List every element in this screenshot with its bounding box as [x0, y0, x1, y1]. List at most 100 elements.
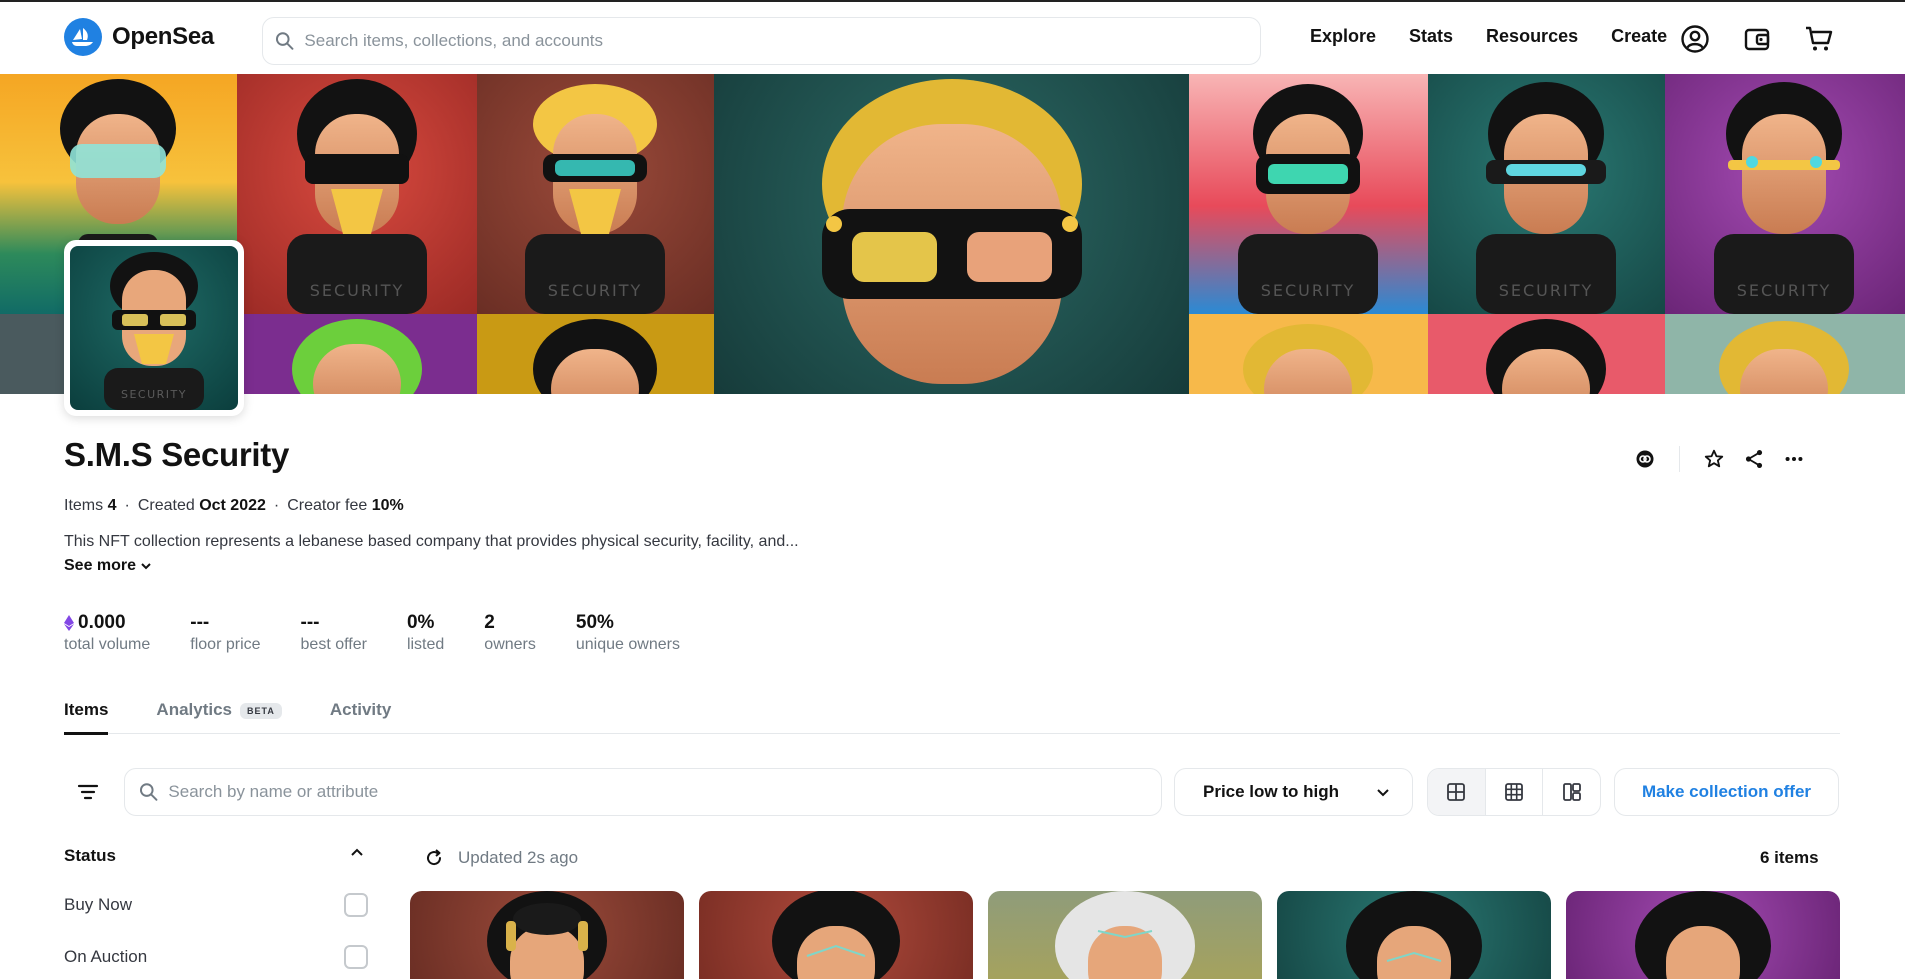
top-navigation-bar: OpenSea Explore Stats Resources Create: [0, 0, 1905, 74]
item-card[interactable]: [1566, 891, 1840, 979]
item-search-input[interactable]: [168, 782, 1161, 802]
tab-activity[interactable]: Activity: [330, 700, 391, 734]
collection-description: This NFT collection represents a lebanes…: [64, 533, 799, 550]
stat-value: 0.000: [78, 612, 126, 633]
nav-resources[interactable]: Resources: [1486, 26, 1578, 47]
character: [292, 319, 422, 394]
stat-listed: 0% listed: [407, 612, 444, 654]
status-label: Status: [64, 846, 116, 865]
nav-stats[interactable]: Stats: [1409, 26, 1453, 47]
actions-divider: [1679, 446, 1680, 472]
small-grid-view-button[interactable]: [1486, 769, 1544, 815]
character: [1719, 321, 1849, 394]
creator-fee-meta: Creator fee 10%: [287, 497, 404, 514]
beta-badge: BETA: [240, 703, 282, 719]
character: SECURITY: [1238, 84, 1378, 314]
character: [822, 79, 1082, 384]
see-more-button[interactable]: See more: [64, 557, 152, 575]
nav-explore[interactable]: Explore: [1310, 26, 1376, 47]
refresh-icon[interactable]: [424, 848, 444, 868]
svg-text:SECURITY: SECURITY: [1737, 281, 1832, 300]
global-search[interactable]: [262, 17, 1261, 65]
stat-value: 50%: [575, 612, 614, 633]
item-search[interactable]: [124, 768, 1162, 816]
tab-label: Analytics: [156, 700, 233, 719]
filter-option-on-auction: On Auction: [64, 945, 368, 969]
website-icon[interactable]: [1625, 444, 1665, 474]
more-options-icon[interactable]: [1774, 444, 1814, 474]
cart-icon[interactable]: [1804, 24, 1834, 54]
filter-option-label: Buy Now: [64, 895, 133, 914]
tab-items[interactable]: Items: [64, 700, 109, 735]
refresh-status: Updated 2s ago: [424, 848, 578, 868]
small-grid-icon: [1505, 783, 1523, 801]
favorite-star-icon[interactable]: [1694, 444, 1734, 474]
search-icon: [139, 783, 158, 801]
status-filter-header[interactable]: Status: [64, 846, 364, 866]
stat-floor-price: --- floor price: [190, 612, 260, 654]
item-card[interactable]: [988, 891, 1262, 979]
brand-name: OpenSea: [112, 23, 214, 50]
character: [533, 319, 657, 394]
share-icon[interactable]: [1734, 444, 1774, 474]
large-grid-view-button[interactable]: [1428, 769, 1486, 815]
created-meta: Created Oct 2022: [137, 497, 266, 514]
collection-title: S.M.S Security: [64, 436, 290, 473]
wallet-icon[interactable]: [1742, 24, 1772, 54]
stat-label: best offer: [300, 636, 367, 653]
svg-text:SECURITY: SECURITY: [310, 281, 405, 300]
mosaic-view-button[interactable]: [1543, 769, 1600, 815]
stat-value: 0%: [406, 612, 435, 633]
chevron-down-icon: [141, 563, 151, 570]
filter-icon: [77, 784, 99, 800]
on-auction-checkbox[interactable]: [344, 945, 368, 969]
item-card[interactable]: [410, 891, 684, 979]
updated-label: Updated 2s ago: [458, 848, 579, 867]
item-card[interactable]: [699, 891, 973, 979]
opensea-logo[interactable]: OpenSea: [64, 18, 214, 56]
character: SECURITY: [525, 84, 665, 314]
tab-label: Items: [64, 700, 109, 719]
banner-characters: SECURITY SECURITY SECURITY SECURITY SECU…: [60, 79, 1854, 394]
filter-toggle-button[interactable]: [64, 768, 112, 816]
mosaic-icon: [1562, 783, 1581, 801]
global-search-input[interactable]: [304, 31, 1260, 51]
large-grid-icon: [1447, 783, 1466, 801]
filter-option-buy-now: Buy Now: [64, 893, 368, 917]
nav-icon-group: [1680, 24, 1834, 54]
stat-label: listed: [406, 636, 445, 653]
collection-avatar-image: SECURITY: [70, 246, 238, 410]
profile-icon[interactable]: [1680, 24, 1710, 54]
sort-dropdown[interactable]: Price low to high: [1174, 768, 1413, 816]
character: SECURITY: [1714, 82, 1854, 314]
make-collection-offer-button[interactable]: Make collection offer: [1614, 768, 1839, 816]
nav-create[interactable]: Create: [1611, 26, 1667, 47]
stat-value: 2: [484, 612, 495, 633]
stat-best-offer: --- best offer: [301, 612, 367, 654]
meta-dot: ·: [124, 497, 130, 514]
chevron-down-icon: [1377, 789, 1389, 797]
svg-text:SECURITY: SECURITY: [1499, 281, 1594, 300]
see-more-label: See more: [64, 557, 137, 574]
collection-tabs: Items Analytics BETA Activity: [64, 700, 1840, 735]
stat-value: ---: [300, 612, 320, 633]
tab-analytics[interactable]: Analytics BETA: [156, 700, 282, 734]
eth-icon: [64, 615, 74, 631]
svg-text:SECURITY: SECURITY: [1261, 281, 1356, 300]
stat-label: owners: [484, 636, 536, 653]
svg-text:SECURITY: SECURITY: [121, 388, 187, 401]
stat-total-volume: 0.000 total volume: [64, 612, 150, 654]
tab-label: Activity: [329, 700, 392, 719]
collection-avatar: SECURITY: [64, 240, 244, 416]
stat-owners: 2 owners: [484, 612, 536, 654]
meta-dot: ·: [273, 497, 280, 514]
filter-option-label: On Auction: [64, 947, 148, 966]
collection-meta: Items 4 · Created Oct 2022 · Creator fee…: [64, 497, 404, 515]
buy-now-checkbox[interactable]: [344, 893, 368, 917]
collection-stats: 0.000 total volume --- floor price --- b…: [64, 612, 720, 654]
stat-unique-owners: 50% unique owners: [576, 612, 680, 654]
character: [1486, 319, 1606, 394]
item-card[interactable]: [1277, 891, 1551, 979]
items-meta: Items 4: [64, 497, 117, 514]
stat-label: total volume: [64, 636, 151, 653]
